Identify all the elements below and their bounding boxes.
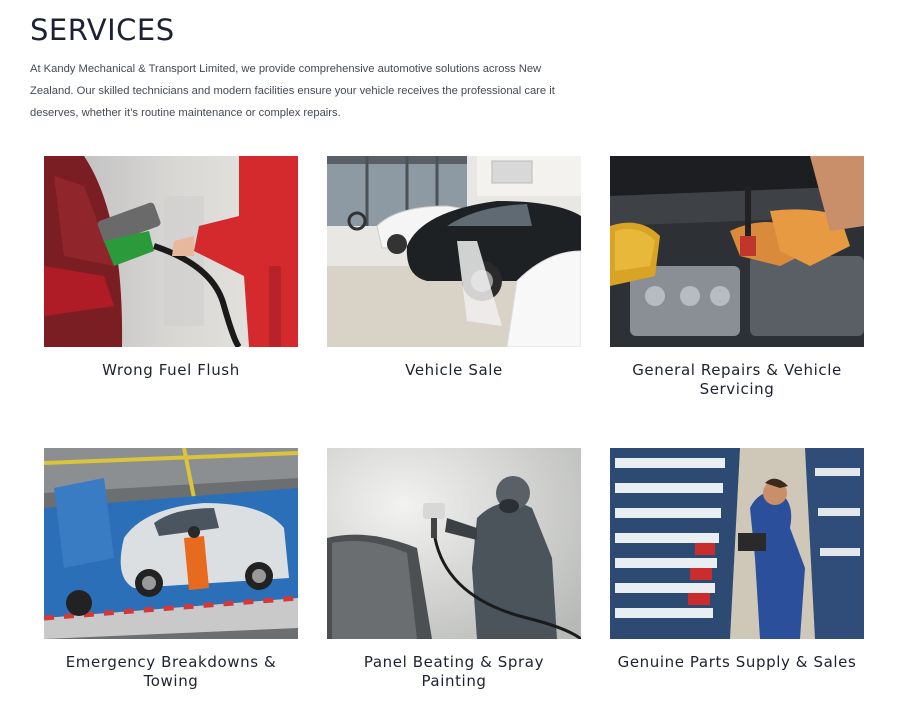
spray-painting-photo[interactable]: [327, 448, 581, 639]
service-card-general-repairs[interactable]: General Repairs & Vehicle Servicing: [610, 156, 864, 399]
services-header: SERVICES At Kandy Mechanical & Transport…: [30, 12, 570, 124]
service-label[interactable]: Wrong Fuel Flush: [44, 361, 298, 380]
intro-paragraph: At Kandy Mechanical & Transport Limited,…: [30, 63, 555, 119]
service-card-wrong-fuel-flush[interactable]: Wrong Fuel Flush: [44, 156, 298, 380]
service-label[interactable]: Panel Beating & Spray Painting: [327, 653, 581, 691]
car-showroom-photo[interactable]: [327, 156, 581, 347]
service-label[interactable]: Genuine Parts Supply & Sales: [610, 653, 864, 672]
engine-repair-photo[interactable]: [610, 156, 864, 347]
service-label[interactable]: Emergency Breakdowns & Towing: [44, 653, 298, 691]
tow-truck-photo[interactable]: [44, 448, 298, 639]
page-title: SERVICES: [30, 13, 175, 47]
service-card-emergency-towing[interactable]: Emergency Breakdowns & Towing: [44, 448, 298, 691]
fuel-pump-photo[interactable]: [44, 156, 298, 347]
parts-warehouse-photo[interactable]: [610, 448, 864, 639]
service-card-panel-beating[interactable]: Panel Beating & Spray Painting: [327, 448, 581, 691]
service-card-vehicle-sale[interactable]: Vehicle Sale: [327, 156, 581, 380]
service-card-parts-supply[interactable]: Genuine Parts Supply & Sales: [610, 448, 864, 672]
service-label[interactable]: General Repairs & Vehicle Servicing: [610, 361, 864, 399]
service-label[interactable]: Vehicle Sale: [327, 361, 581, 380]
